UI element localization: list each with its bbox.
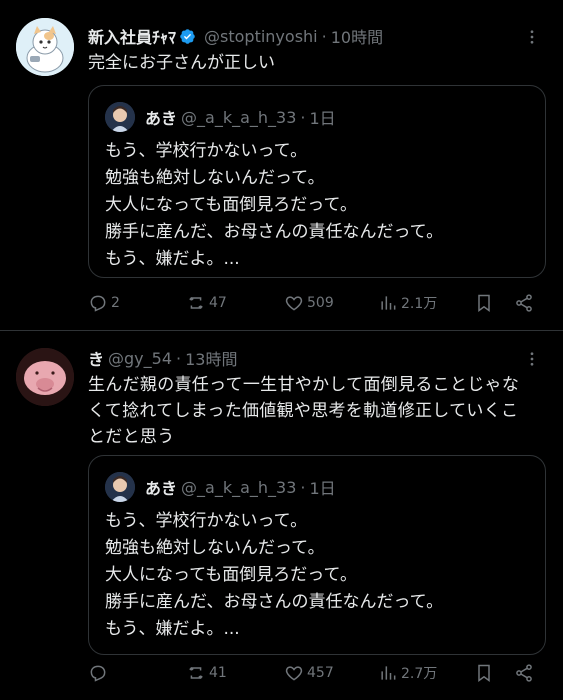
retweet-button[interactable]: 41 bbox=[186, 663, 227, 683]
user-handle[interactable]: @stoptinyoshi bbox=[204, 27, 318, 46]
reply-count: 2 bbox=[111, 295, 120, 311]
quoted-tweet[interactable]: あき @_a_k_a_h_33 · 1日 もう、学校行かないって。 勉強も絶対し… bbox=[88, 85, 546, 278]
views-button[interactable]: 2.1万 bbox=[378, 293, 437, 313]
tweet-text-line: くて捻れてしまった価値観や思考を軌道修正していくこ bbox=[88, 401, 519, 421]
tweet-text-line: 完全にお子さんが正しい bbox=[88, 53, 275, 73]
user-handle[interactable]: @gy_54 bbox=[108, 349, 172, 368]
quoted-user-handle: @_a_k_a_h_33 bbox=[181, 477, 297, 497]
reply-icon bbox=[90, 665, 106, 682]
like-button[interactable]: 457 bbox=[284, 663, 334, 683]
tweet-text: 完全にお子さんが正しい bbox=[88, 50, 548, 76]
quoted-avatar bbox=[105, 102, 135, 132]
tweet[interactable]: 新入社員ﾁｬﾏ @stoptinyoshi · 10時間 完全にお子さんが正しい… bbox=[0, 0, 563, 331]
retweet-icon bbox=[189, 296, 203, 310]
quoted-tweet-text: もう、学校行かないって。 勉強も絶対しないんだって。 大人になっても面倒見ろだっ… bbox=[105, 508, 443, 643]
share-icon bbox=[516, 664, 532, 682]
bookmark-icon bbox=[478, 294, 490, 312]
views-count: 2.7万 bbox=[401, 666, 438, 682]
share-icon bbox=[516, 294, 532, 312]
bookmark-button[interactable] bbox=[474, 293, 497, 313]
reply-button[interactable]: 2 bbox=[88, 293, 120, 313]
action-bar: 41 457 2.7万 bbox=[88, 663, 548, 687]
share-button[interactable] bbox=[514, 663, 537, 683]
quoted-timestamp: 1日 bbox=[309, 109, 336, 128]
quoted-avatar-image bbox=[105, 102, 135, 132]
quoted-tweet-header: あき @_a_k_a_h_33 · 1日 bbox=[105, 472, 336, 502]
reply-button[interactable] bbox=[88, 663, 111, 683]
quoted-avatar bbox=[105, 472, 135, 502]
display-name[interactable]: 新入社員ﾁｬﾏ bbox=[88, 24, 176, 48]
timestamp[interactable]: 10時間 bbox=[331, 24, 383, 48]
avatar[interactable] bbox=[16, 348, 74, 406]
bookmark-button[interactable] bbox=[474, 663, 497, 683]
retweet-button[interactable]: 47 bbox=[186, 293, 227, 313]
quoted-text-line: 勉強も絶対しないんだって。 bbox=[105, 168, 325, 188]
quoted-tweet-header: あき @_a_k_a_h_33 · 1日 bbox=[105, 102, 336, 132]
avatar-blobfish-image bbox=[16, 348, 74, 406]
views-count: 2.1万 bbox=[401, 296, 438, 312]
views-icon bbox=[381, 666, 396, 680]
quoted-text-line: もう、嫌だよ。... bbox=[105, 249, 240, 269]
share-button[interactable] bbox=[514, 293, 537, 313]
quoted-avatar-image bbox=[105, 472, 135, 502]
bookmark-icon bbox=[478, 664, 490, 682]
quoted-text-line: 大人になっても面倒見ろだって。 bbox=[105, 565, 357, 585]
like-button[interactable]: 509 bbox=[284, 293, 334, 313]
quoted-text-line: 大人になっても面倒見ろだって。 bbox=[105, 195, 357, 215]
quoted-timestamp: 1日 bbox=[309, 479, 336, 498]
quoted-text-line: もう、学校行かないって。 bbox=[105, 141, 308, 161]
quoted-display-name: あき bbox=[145, 479, 178, 498]
tweet-text: 生んだ親の責任って一生甘やかして面倒見ることじゃな くて捻れてしまった価値観や思… bbox=[88, 372, 548, 450]
tweet-text-line: とだと思う bbox=[88, 427, 175, 447]
tweet[interactable]: き @gy_54 · 13時間 生んだ親の責任って一生甘やかして面倒見ることじゃ… bbox=[0, 332, 563, 700]
like-icon bbox=[285, 296, 303, 311]
quoted-tweet[interactable]: あき @_a_k_a_h_33 · 1日 もう、学校行かないって。 勉強も絶対し… bbox=[88, 455, 546, 655]
avatar[interactable] bbox=[16, 18, 74, 76]
quoted-text-line: もう、学校行かないって。 bbox=[105, 511, 308, 531]
separator-dot: · bbox=[300, 107, 306, 127]
retweet-count: 41 bbox=[209, 665, 227, 681]
more-icon[interactable] bbox=[523, 28, 541, 46]
like-icon bbox=[285, 666, 303, 681]
quoted-text-line: 勉強も絶対しないんだって。 bbox=[105, 538, 325, 558]
more-icon[interactable] bbox=[523, 350, 541, 368]
quoted-display-name: あき bbox=[145, 109, 178, 128]
display-name[interactable]: き bbox=[88, 346, 104, 370]
quoted-text-line: 勝手に産んだ、お母さんの責任なんだって。 bbox=[105, 222, 444, 242]
action-bar: 2 47 509 2.1万 bbox=[88, 293, 548, 317]
separator-dot: · bbox=[321, 26, 327, 46]
views-icon bbox=[381, 296, 396, 310]
verified-badge-icon bbox=[180, 28, 195, 44]
retweet-icon bbox=[189, 666, 203, 680]
quoted-tweet-text: もう、学校行かないって。 勉強も絶対しないんだって。 大人になっても面倒見ろだっ… bbox=[105, 138, 443, 273]
retweet-count: 47 bbox=[209, 295, 227, 311]
like-count: 457 bbox=[307, 665, 334, 681]
tweet-header: き @gy_54 · 13時間 bbox=[88, 346, 237, 370]
avatar-cat-image bbox=[16, 18, 74, 76]
separator-dot: · bbox=[300, 477, 306, 497]
tweet-text-line: 生んだ親の責任って一生甘やかして面倒見ることじゃな bbox=[88, 375, 520, 395]
timestamp[interactable]: 13時間 bbox=[185, 346, 237, 370]
quoted-text-line: 勝手に産んだ、お母さんの責任なんだって。 bbox=[105, 592, 444, 612]
tweet-header: 新入社員ﾁｬﾏ @stoptinyoshi · 10時間 bbox=[88, 24, 383, 48]
views-button[interactable]: 2.7万 bbox=[378, 663, 437, 683]
like-count: 509 bbox=[307, 295, 334, 311]
quoted-text-line: もう、嫌だよ。... bbox=[105, 619, 240, 639]
separator-dot: · bbox=[176, 348, 182, 368]
reply-icon bbox=[90, 295, 106, 312]
quoted-user-handle: @_a_k_a_h_33 bbox=[181, 107, 297, 127]
